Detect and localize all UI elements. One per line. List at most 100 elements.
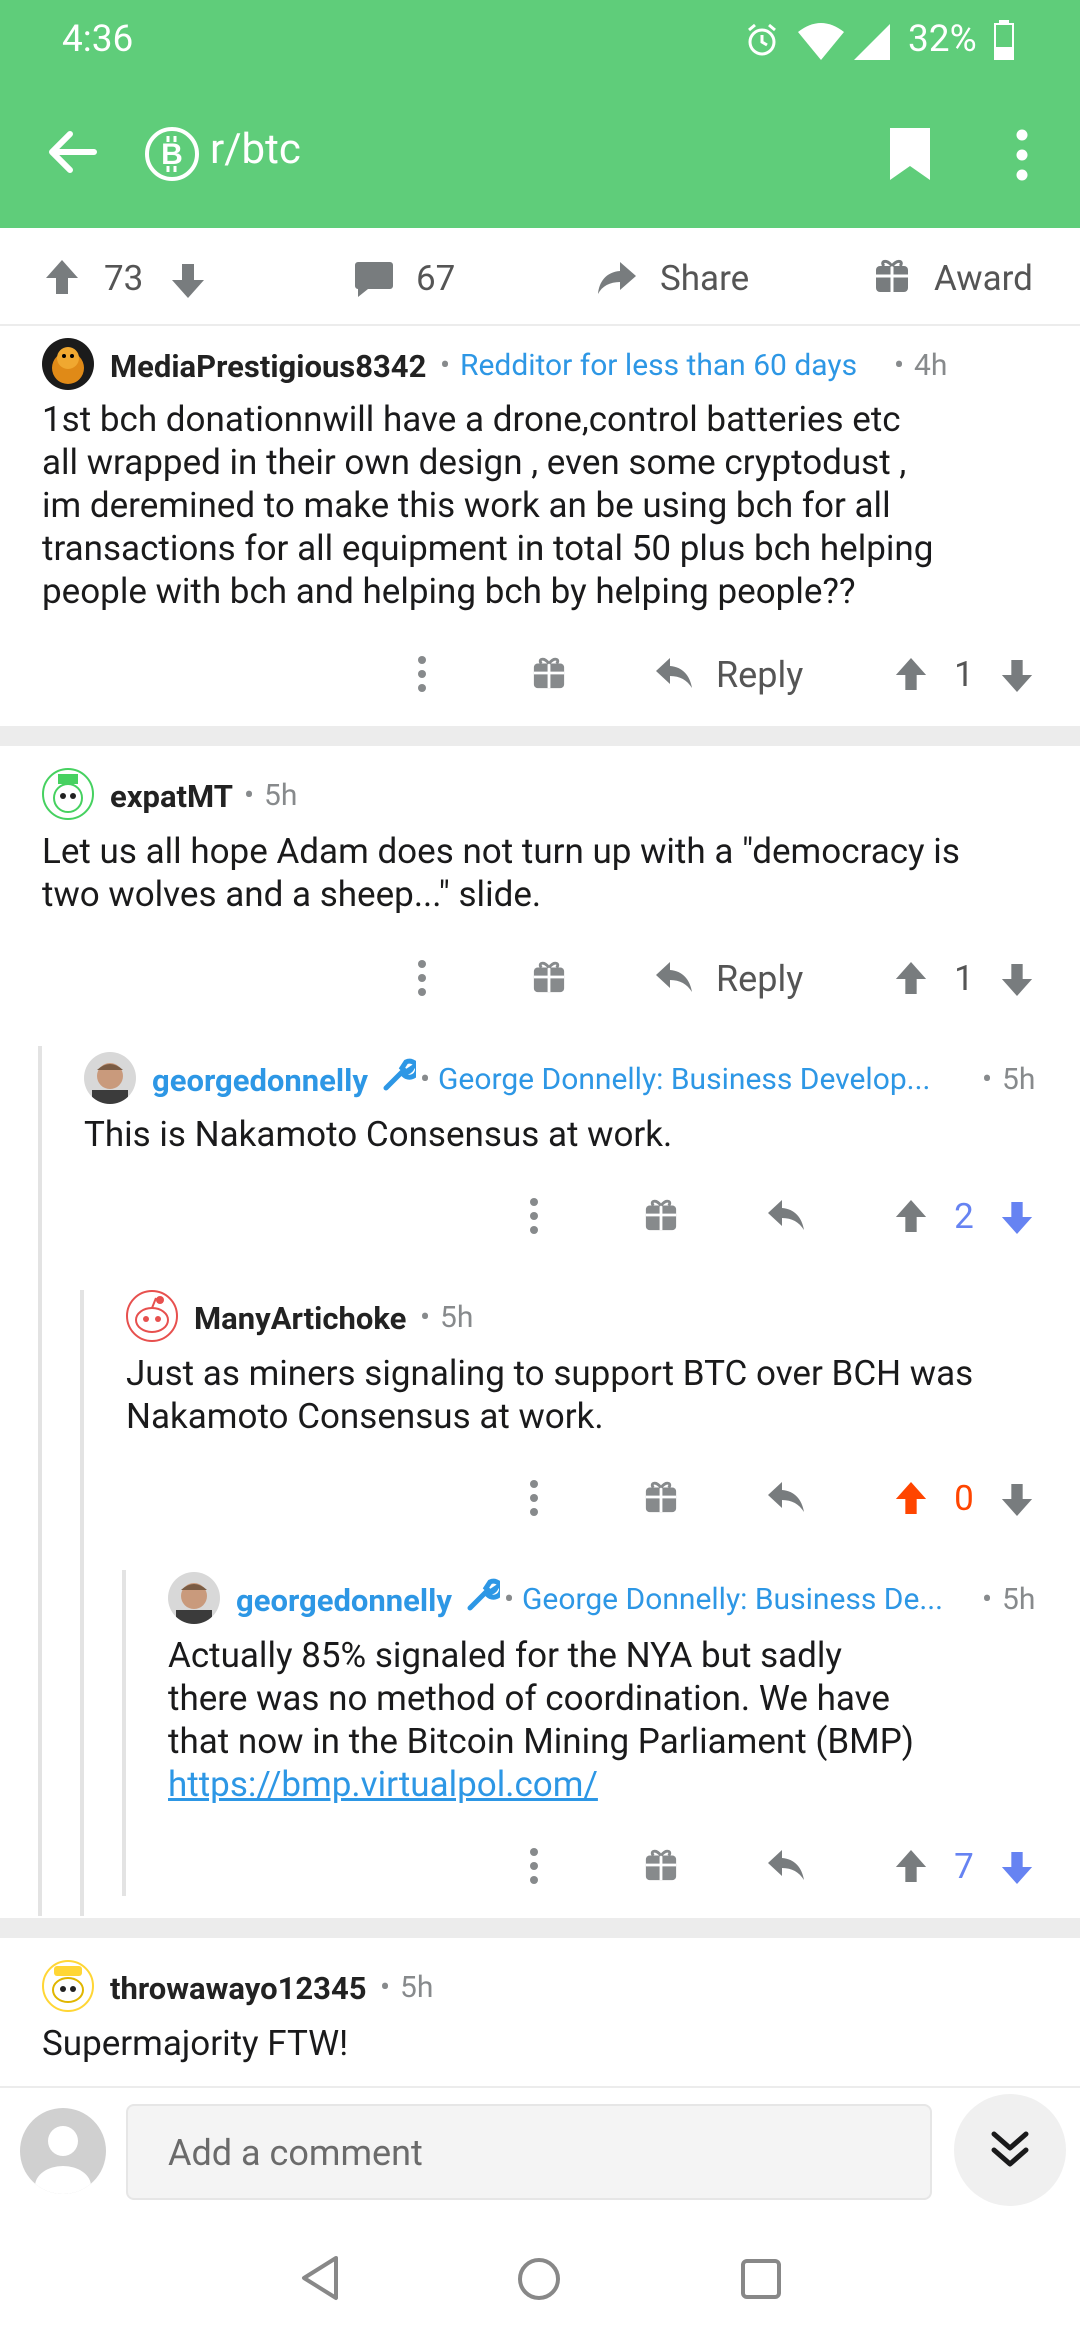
thread-line[interactable] (38, 1046, 42, 1916)
nav-home-icon[interactable] (516, 2256, 562, 2302)
reply-icon[interactable] (654, 960, 694, 994)
avatar[interactable] (42, 768, 94, 820)
comment-count: 67 (416, 258, 456, 299)
thread-line[interactable] (122, 1570, 126, 1896)
reply-button[interactable]: Reply (716, 654, 803, 696)
comment-body: 1st bch donationnwill have a drone,contr… (42, 399, 934, 612)
comment-score: 0 (954, 1478, 974, 1519)
comment-time: 5h (1002, 1062, 1036, 1097)
upvote-icon[interactable] (894, 1848, 928, 1884)
downvote-icon[interactable] (1000, 1850, 1034, 1886)
comment-time: 5h (264, 778, 298, 813)
subreddit-title[interactable]: r/btc (210, 125, 301, 174)
award-button[interactable]: Award (934, 258, 1033, 299)
comment-author[interactable]: throwawayo12345 (110, 1970, 367, 2007)
wrench-icon (467, 1578, 500, 1611)
add-comment-input[interactable]: Add a comment (126, 2104, 932, 2200)
downvote-icon[interactable] (1000, 1200, 1034, 1236)
upvote-icon[interactable] (894, 1480, 928, 1516)
more-options-icon[interactable] (414, 958, 430, 998)
reply-icon[interactable] (766, 1848, 806, 1882)
comment-time: 5h (440, 1300, 474, 1335)
back-arrow-icon[interactable] (46, 130, 98, 174)
thread-line[interactable] (80, 1290, 84, 1916)
author-flair: George Donnelly: Business De... (522, 1582, 944, 1617)
nav-back-icon[interactable] (298, 2254, 342, 2302)
comment-separator (0, 726, 1080, 746)
downvote-icon[interactable] (1000, 1482, 1034, 1518)
wifi-icon (798, 23, 844, 60)
wrench-icon (383, 1058, 416, 1091)
downvote-icon[interactable] (170, 262, 206, 300)
award-icon[interactable] (874, 258, 910, 294)
more-options-icon[interactable] (526, 1846, 542, 1886)
author-flair: George Donnelly: Business Develop... (438, 1062, 931, 1097)
avatar[interactable] (42, 338, 94, 390)
battery-icon (994, 20, 1014, 60)
double-chevron-down-icon (991, 2131, 1029, 2167)
comment-time: 4h (914, 348, 948, 383)
app-header: 4:36 32% B r/btc (0, 0, 1080, 228)
upvote-icon[interactable] (44, 258, 80, 296)
reply-icon[interactable] (766, 1198, 806, 1232)
svg-text:B: B (161, 138, 183, 171)
status-bar: 4:36 32% (0, 0, 1080, 84)
comment-separator (0, 1918, 1080, 1938)
comment-body: Let us all hope Adam does not turn up wi… (42, 831, 960, 915)
award-icon[interactable] (644, 1198, 678, 1232)
comment-score: 1 (954, 958, 974, 999)
avatar[interactable] (42, 1960, 94, 2012)
comment-body: Supermajority FTW! (42, 2023, 349, 2064)
more-options-icon[interactable] (526, 1196, 542, 1236)
battery-percent: 32% (908, 18, 977, 61)
post-score: 73 (104, 258, 144, 299)
share-icon[interactable] (596, 260, 638, 296)
comment-time: 5h (400, 1970, 434, 2005)
comment-composer: Add a comment (0, 2086, 1080, 2216)
user-avatar[interactable] (20, 2108, 106, 2194)
comment-author[interactable]: georgedonnelly (236, 1582, 452, 1619)
upvote-icon[interactable] (894, 656, 928, 692)
more-vertical-icon[interactable] (1014, 128, 1030, 182)
reply-icon[interactable] (766, 1480, 806, 1514)
comment-body: This is Nakamoto Consensus at work. (84, 1114, 673, 1155)
signal-icon (854, 24, 890, 60)
avatar[interactable] (84, 1052, 136, 1104)
avatar[interactable] (126, 1290, 178, 1342)
downvote-icon[interactable] (1000, 962, 1034, 998)
upvote-icon[interactable] (894, 960, 928, 996)
comment-body: Just as miners signaling to support BTC … (126, 1353, 974, 1437)
avatar[interactable] (168, 1572, 220, 1624)
author-flair: Redditor for less than 60 days (460, 348, 858, 383)
nav-recents-icon[interactable] (740, 2258, 782, 2300)
downvote-icon[interactable] (1000, 658, 1034, 694)
status-time: 4:36 (62, 18, 134, 61)
comment-score: 1 (954, 654, 974, 695)
award-icon[interactable] (532, 960, 566, 994)
reply-button[interactable]: Reply (716, 958, 803, 1000)
reply-icon[interactable] (654, 656, 694, 690)
jump-to-next-button[interactable] (954, 2094, 1066, 2206)
award-icon[interactable] (644, 1480, 678, 1514)
share-button[interactable]: Share (660, 258, 749, 299)
comment-time: 5h (1002, 1582, 1036, 1617)
award-icon[interactable] (644, 1848, 678, 1882)
alarm-icon (748, 23, 776, 56)
comment-author[interactable]: ManyArtichoke (194, 1300, 406, 1337)
comment-score: 2 (954, 1196, 974, 1237)
bitcoin-community-icon: B (145, 127, 199, 181)
system-nav-bar (0, 2216, 1080, 2340)
more-options-icon[interactable] (526, 1478, 542, 1518)
comment-icon[interactable] (354, 260, 394, 298)
more-options-icon[interactable] (414, 654, 430, 694)
award-icon[interactable] (532, 656, 566, 690)
comment-author[interactable]: georgedonnelly (152, 1062, 368, 1099)
comment-score: 7 (954, 1846, 974, 1887)
bookmark-icon[interactable] (888, 126, 932, 182)
upvote-icon[interactable] (894, 1198, 928, 1234)
post-action-bar: 73 67 Share Award (0, 228, 1080, 326)
comment-author[interactable]: expatMT (110, 778, 233, 815)
comment-author[interactable]: MediaPrestigious8342 (110, 348, 426, 385)
comment-body: Actually 85% signaled for the NYA but sa… (168, 1635, 914, 1762)
comment-link[interactable]: https://bmp.virtualpol.com/ (168, 1763, 598, 1806)
